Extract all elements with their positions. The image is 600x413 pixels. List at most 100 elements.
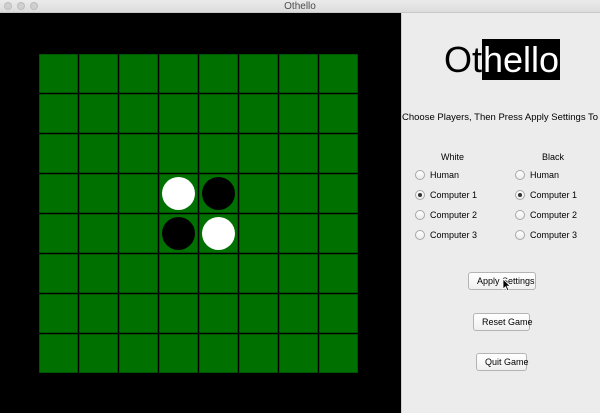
board-cell[interactable] [159,174,199,214]
radio-label: Computer 1 [530,190,578,200]
black-option-computer-2[interactable]: Computer 2 [515,208,577,222]
game-board [38,53,362,377]
board-cell[interactable] [39,334,79,374]
board-cell[interactable] [239,254,279,294]
radio-button-icon[interactable] [515,210,525,220]
board-cell[interactable] [79,94,119,134]
board-cell[interactable] [119,214,159,254]
board-cell[interactable] [319,254,359,294]
board-cell[interactable] [159,254,199,294]
radio-button-icon[interactable] [515,230,525,240]
board-cell[interactable] [319,94,359,134]
board-cell[interactable] [279,334,319,374]
board-cell[interactable] [239,214,279,254]
radio-button-icon[interactable] [415,190,425,200]
board-cell[interactable] [39,214,79,254]
board-cell[interactable] [199,294,239,334]
radio-label: Computer 3 [430,230,478,240]
radio-label: Human [430,170,460,180]
settings-panel: Othello Choose Players, Then Press Apply… [401,13,600,413]
black-option-human[interactable]: Human [515,168,559,182]
board-cell[interactable] [319,294,359,334]
board-cell[interactable] [319,174,359,214]
radio-label: Computer 3 [530,230,578,240]
radio-button-icon[interactable] [415,210,425,220]
board-cell[interactable] [279,134,319,174]
quit-game-button[interactable]: Quit Game [476,353,529,371]
board-cell[interactable] [319,214,359,254]
board-cell[interactable] [279,254,319,294]
radio-button-icon[interactable] [515,170,525,180]
board-cell[interactable] [239,174,279,214]
board-cell[interactable] [279,294,319,334]
board-cell[interactable] [199,254,239,294]
board-cell[interactable] [239,294,279,334]
board-cell[interactable] [159,294,199,334]
mouse-pointer-icon [502,278,512,292]
board-cell[interactable] [119,174,159,214]
window-title: Othello [284,1,316,12]
radio-button-icon[interactable] [415,230,425,240]
board-cell[interactable] [119,254,159,294]
board-cell[interactable] [79,54,119,94]
board-cell[interactable] [199,94,239,134]
board-cell[interactable] [279,94,319,134]
radio-button-icon[interactable] [415,170,425,180]
board-cell[interactable] [79,334,119,374]
board-cell[interactable] [79,254,119,294]
board-cell[interactable] [199,334,239,374]
radio-label: Computer 2 [530,210,578,220]
board-cell[interactable] [319,134,359,174]
board-cell[interactable] [119,54,159,94]
board-cell[interactable] [39,94,79,134]
black-disc [162,217,195,250]
white-disc [202,217,235,250]
board-cell[interactable] [319,54,359,94]
board-cell[interactable] [239,54,279,94]
board-cell[interactable] [239,134,279,174]
board-cell[interactable] [199,134,239,174]
board-cell[interactable] [119,134,159,174]
board-cell[interactable] [239,94,279,134]
board-cell[interactable] [79,214,119,254]
board-cell[interactable] [119,94,159,134]
board-cell[interactable] [159,54,199,94]
board-cell[interactable] [199,174,239,214]
board-cell[interactable] [39,254,79,294]
white-option-computer-1[interactable]: Computer 1 [415,188,477,202]
board-cell[interactable] [79,134,119,174]
board-cell[interactable] [119,334,159,374]
board-cell[interactable] [159,214,199,254]
white-option-computer-2[interactable]: Computer 2 [415,208,477,222]
black-player-heading: Black [542,152,565,162]
board-cell[interactable] [319,334,359,374]
board-cell[interactable] [199,214,239,254]
black-disc [202,177,235,210]
board-cell[interactable] [199,54,239,94]
white-disc [162,177,195,210]
board-cell[interactable] [279,214,319,254]
black-option-computer-3[interactable]: Computer 3 [515,228,577,242]
logo-prefix: Ot [444,39,483,80]
black-option-computer-1[interactable]: Computer 1 [515,188,577,202]
board-cell[interactable] [119,294,159,334]
radio-label: Computer 2 [430,210,478,220]
white-option-computer-3[interactable]: Computer 3 [415,228,477,242]
white-player-heading: White [441,152,465,162]
title-bar: Othello [0,0,600,13]
radio-button-icon[interactable] [515,190,525,200]
board-cell[interactable] [279,54,319,94]
white-option-human[interactable]: Human [415,168,459,182]
board-cell[interactable] [39,174,79,214]
board-cell[interactable] [279,174,319,214]
board-cell[interactable] [79,174,119,214]
board-cell[interactable] [39,134,79,174]
board-cell[interactable] [39,294,79,334]
board-cell[interactable] [39,54,79,94]
board-cell[interactable] [79,294,119,334]
board-cell[interactable] [159,94,199,134]
board-cell[interactable] [159,334,199,374]
board-cell[interactable] [239,334,279,374]
board-cell[interactable] [159,134,199,174]
reset-game-button[interactable]: Reset Game [473,313,533,331]
